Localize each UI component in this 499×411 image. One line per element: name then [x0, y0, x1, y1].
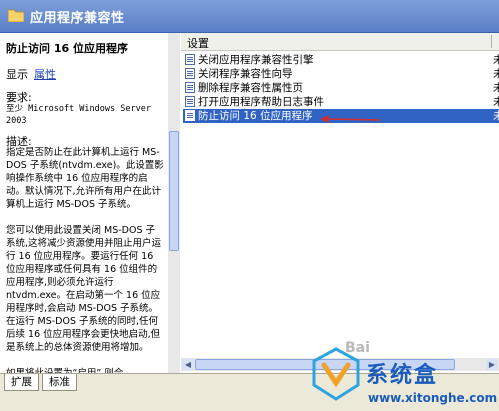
setting-label: 关闭程序兼容性向导 [198, 68, 293, 80]
setting-state: 未 [493, 82, 499, 94]
policy-setting-icon [185, 96, 195, 107]
setting-state: 未 [493, 96, 499, 108]
requirements-text: 至少 Microsoft Windows Server 2003 [6, 104, 151, 126]
settings-list: 设置 关闭应用程序兼容性引擎 未 关闭程序兼容性向导 未 删除程序兼容性属性页 … [181, 33, 499, 373]
policy-setting-icon [185, 68, 195, 79]
policy-setting-icon [185, 82, 195, 93]
xitonghe-logo-icon [312, 347, 360, 401]
red-arrow-annotation [320, 115, 380, 123]
policy-setting-icon [185, 110, 195, 121]
show-label: 显示 [6, 68, 28, 81]
description-text: 指定是否防止在此计算机上运行 MS-DOS 子系统(ntvdm.exe)。此设置… [6, 147, 164, 373]
watermark-brand: 系统盒 [366, 363, 439, 388]
tab-standard[interactable]: 标准 [42, 374, 77, 391]
column-header-settings[interactable]: 设置 [181, 33, 499, 51]
setting-row[interactable]: 删除程序兼容性属性页 未 [183, 81, 499, 95]
setting-label: 关闭应用程序兼容性引擎 [198, 54, 314, 66]
policy-title: 防止访问 16 位应用程序 [6, 42, 128, 55]
policy-setting-icon [185, 54, 195, 65]
show-row: 显示 属性 [6, 66, 56, 82]
description-scrollbar[interactable] [168, 33, 180, 373]
column-header-label: 设置 [187, 37, 209, 50]
scroll-right-icon[interactable]: ▶ [486, 359, 498, 370]
setting-row[interactable]: 关闭程序兼容性向导 未 [183, 67, 499, 81]
properties-link[interactable]: 属性 [34, 68, 56, 81]
column-separator[interactable] [491, 35, 492, 48]
setting-label: 打开应用程序帮助日志事件 [198, 96, 324, 108]
setting-row[interactable]: 关闭应用程序兼容性引擎 未 [183, 53, 499, 67]
pane-header: 应用程序兼容性 [0, 0, 499, 33]
setting-state: 未 [493, 110, 499, 122]
scrollbar-thumb[interactable] [169, 131, 179, 251]
pane-title: 应用程序兼容性 [30, 11, 125, 26]
tab-extended[interactable]: 扩展 [4, 374, 39, 391]
setting-state: 未 [493, 68, 499, 80]
scroll-left-icon[interactable]: ◀ [182, 359, 194, 370]
setting-row[interactable]: 打开应用程序帮助日志事件 未 [183, 95, 499, 109]
setting-label: 防止访问 16 位应用程序 [198, 110, 313, 122]
folder-icon [8, 9, 24, 22]
setting-label: 删除程序兼容性属性页 [198, 82, 303, 94]
description-pane: 防止访问 16 位应用程序 显示 属性 要求: 至少 Microsoft Wind… [0, 33, 168, 373]
setting-state: 未 [493, 54, 499, 66]
watermark-url: www.xitonghe.com [368, 391, 498, 405]
